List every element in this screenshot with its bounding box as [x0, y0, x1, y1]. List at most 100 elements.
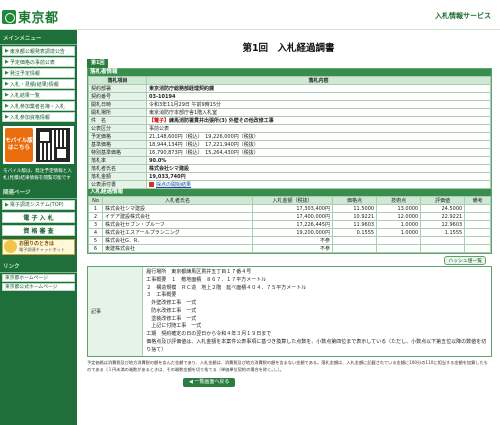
bids-header-name: 入札者氏名 [102, 196, 253, 205]
bid-amount: 不参 [252, 236, 333, 245]
table-row: 予定価格 21,148,600円（税込） 19,226,000円（税抜） [88, 132, 491, 141]
row-label: 特別基準価格 [88, 148, 147, 157]
tab-round-1[interactable]: 第1回 [87, 59, 109, 68]
chatbot-icon [4, 240, 17, 254]
table-row: 件 名【電子】練馬消防署貫井出張所(3) 外壁その他改修工事 [88, 116, 491, 125]
link-tokyo-home[interactable]: 東京都ホームページ [2, 273, 75, 282]
bids-header-tech-pt: 技術点 [376, 196, 422, 205]
winner-info-title: 落札者情報 [88, 69, 491, 76]
e-bidding-button[interactable]: 電 子 入 札 [2, 211, 75, 223]
table-row: 基準価格 18,944,134円（税込） 17,221,940円（税抜） [88, 140, 491, 149]
row-value: 東京消防庁本部庁舎1階入札室 [146, 108, 491, 117]
row-value: 東京消防庁総務部経理契約課 [146, 84, 491, 93]
bids-header-eval: 評価値 [420, 196, 466, 205]
mobile-link-button[interactable]: モバイル版はこちら [5, 128, 33, 162]
sidebar-item-label: 発注予定情報 [9, 70, 40, 77]
chatbot-button[interactable]: お困りのときは 電子調達チャットボット [2, 238, 75, 255]
bids-header-price-pt: 価格点 [331, 196, 378, 205]
sidebar-item-price-disclosure[interactable]: ▶ 予定価格の事前公表 [2, 57, 75, 67]
table-row: 契約番号 03-10194 [88, 92, 491, 101]
bid-note [464, 212, 491, 221]
arrow-right-icon: ▶ [5, 103, 9, 109]
bid-no: 6 [88, 244, 103, 253]
bid-note [464, 244, 491, 253]
sidebar-item-label: 予定価格の事前公表 [9, 59, 55, 66]
pdf-icon [149, 182, 154, 187]
mobile-note: モバイル版は、発注予定情報と入札(見積)結果情報を閲覧可能です [3, 169, 72, 181]
row-label: 開札日時 [88, 100, 147, 109]
table-row: 落札金額 19,033,740円 [88, 172, 491, 181]
tokyo-logo[interactable]: 東京都 [2, 7, 59, 26]
back-to-list-button[interactable]: ◀ 一覧画面へ戻る [183, 378, 236, 387]
sidebar-item-public-announcement[interactable]: ▶ 東京都公報発表調達公告 [2, 46, 75, 56]
bid-tech-pt: 1.0000 [376, 228, 422, 237]
sidebar-item-label: 入札参加業者名簿・入札 [9, 103, 65, 110]
bid-eval: 1.1555 [420, 228, 466, 237]
sidebar-item-label: 入札参加資格情報 [9, 114, 50, 121]
tokyo-emblem-icon [2, 9, 16, 24]
sidebar-item-bid-results-info[interactable]: ▶ 入札・見積(結果)情報 [2, 79, 75, 89]
table-row: 2 イデア建設株式会社 17,400,000円 10.9221 12.0000 22.92… [88, 212, 491, 221]
bid-no: 1 [88, 204, 103, 213]
bid-note [464, 204, 491, 213]
link-tokyo-official[interactable]: 東京都公式ホームページ [2, 282, 75, 291]
bid-tech-pt [376, 236, 422, 245]
bids-header-note: 備考 [464, 196, 491, 205]
related-title: 関連ページ [0, 184, 77, 199]
row-value: 18,944,134円（税込） 17,221,940円（税抜） [146, 140, 491, 149]
sidebar-item-order-plan[interactable]: ▶ 発注予定情報 [2, 68, 75, 78]
sidebar-item-qualification[interactable]: ▶ 入札参加資格情報 [2, 112, 75, 122]
attachment-link[interactable]: 採点の開始結果 [156, 182, 191, 188]
footnote: 予定価格は消費税及び地方消費税の額を含んだ金額であり、入札金額は、消費税及び地方… [87, 360, 488, 372]
bid-eval: 22.9221 [420, 212, 466, 221]
row-label: 契約部署 [88, 84, 147, 93]
chatbot-subtitle: 電子調達チャットボット [19, 247, 66, 253]
bid-eval [420, 244, 466, 253]
mobile-box: モバイル版はこちら [3, 126, 74, 164]
table-row: 公表添付書 採点の開始結果 [88, 180, 491, 189]
service-name: 入札情報サービス [435, 12, 491, 20]
sidebar-item-participants[interactable]: ▶ 入札参加業者名簿・入札 [2, 101, 75, 111]
site-header: 東京都 入札情報サービス [0, 0, 500, 30]
bid-note [464, 236, 491, 245]
bid-tech-pt: 1.0000 [376, 220, 422, 229]
sidebar: メインメニュー ▶ 東京都公報発表調達公告 ▶ 予定価格の事前公表 ▶ 発注予定情報 … [0, 30, 77, 425]
table-row: 6 東建株式会社 不参 [88, 244, 491, 253]
row-value: 21,148,600円（税込） 19,226,000円（税抜） [146, 132, 491, 141]
sidebar-item-e-procurement[interactable]: ▶ 電子調達システム(TOP) [2, 199, 75, 210]
row-value: 令和3年11月29日 午前9時15分 [146, 100, 491, 109]
bid-note [464, 220, 491, 229]
bid-name: 株式会社エスアールプランニング [102, 228, 253, 237]
row-value: 03-10194 [146, 92, 491, 101]
bid-amount: 17,226,445円 [252, 220, 333, 229]
table-row: 落札率 90.0% [88, 156, 491, 165]
table-row: 5 株式会社G．R． 不参 [88, 236, 491, 245]
logo-text: 東京都 [18, 11, 59, 26]
bid-tech-pt: 13.0000 [376, 204, 422, 213]
winner-info-panel: 落札者情報 落札項目 落札内容 契約部署 東京消防庁総務部経理契約課 契約番号 03… [87, 68, 492, 254]
qualification-button[interactable]: 資 格 審 査 [2, 224, 75, 236]
bid-name: 東建株式会社 [102, 244, 253, 253]
table-row: 1 株式会社シマ建設 17,303,400円 11.5000 13.0000 24.500… [88, 204, 491, 213]
bid-price-pt [331, 244, 378, 253]
sidebar-item-bid-results-list[interactable]: ▶ 入札結果一覧 [2, 90, 75, 100]
row-value: 19,033,740円 [146, 172, 491, 181]
arrow-right-icon: ▶ [5, 92, 9, 98]
sidebar-item-label: 東京都公報発表調達公告 [9, 48, 65, 55]
table-row: 特別基準価格 16,790,873円（税込） 15,264,430円（税抜） [88, 148, 491, 157]
bid-name: 株式会社セブン・プルーフ [102, 220, 253, 229]
bid-amount: 17,303,400円 [252, 204, 333, 213]
row-label: 予定価格 [88, 132, 147, 141]
bid-amount: 17,400,000円 [252, 212, 333, 221]
bid-eval: 12.9603 [420, 220, 466, 229]
bids-section-title: 入札経過情報 [88, 189, 491, 196]
links-title: リンク [0, 258, 77, 273]
row-value: 株式会社シマ建設 [146, 164, 491, 173]
bid-no: 3 [88, 220, 103, 229]
remarks-text: 履行場所 東京都練馬区貫井五丁目１７番４号 工事概要 １ 敷地面積 ８６７．１７… [146, 269, 487, 353]
hash-list-row: ハッシュ値一覧 [82, 256, 486, 265]
table-row: 落札者氏名 株式会社シマ建設 [88, 164, 491, 173]
arrow-right-icon: ▶ [5, 48, 9, 54]
hash-list-button[interactable]: ハッシュ値一覧 [444, 256, 486, 265]
arrow-right-icon: ▶ [5, 201, 9, 208]
